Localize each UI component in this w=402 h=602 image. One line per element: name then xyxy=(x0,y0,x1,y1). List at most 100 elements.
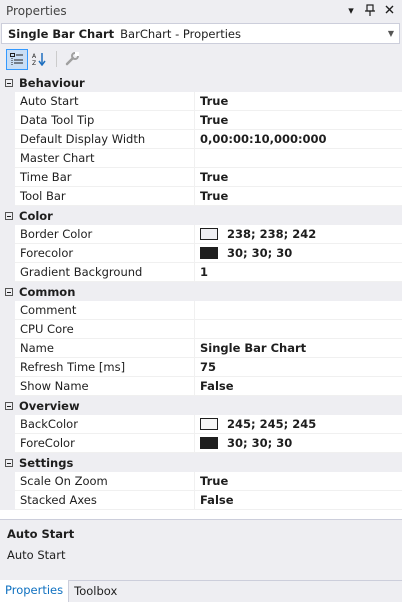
category-label: Overview xyxy=(19,398,80,413)
row-gutter xyxy=(0,111,15,130)
property-row[interactable]: Time Bar True xyxy=(0,168,402,187)
property-row[interactable]: Comment xyxy=(0,301,402,320)
property-row[interactable]: BackColor 245; 245; 245 xyxy=(0,415,402,434)
svg-text:A: A xyxy=(32,53,37,60)
property-value-text: Single Bar Chart xyxy=(200,341,307,355)
property-value[interactable]: 1 xyxy=(195,263,402,282)
property-row[interactable]: Name Single Bar Chart xyxy=(0,339,402,358)
property-value-text: True xyxy=(200,170,229,184)
properties-toolbar: A Z xyxy=(0,46,402,72)
property-value[interactable] xyxy=(195,320,402,339)
categorized-view-button[interactable] xyxy=(6,48,28,70)
property-name: Default Display Width xyxy=(15,130,195,149)
color-swatch xyxy=(200,418,218,430)
property-row[interactable]: Tool Bar True xyxy=(0,187,402,206)
collapse-icon[interactable] xyxy=(5,287,13,296)
property-row[interactable]: Show Name False xyxy=(0,377,402,396)
category-label: Color xyxy=(19,208,53,223)
property-value-text: 0,00:00:10,000:000 xyxy=(200,132,327,146)
alphabetical-view-button[interactable]: A Z xyxy=(29,49,51,70)
property-value-text: 238; 238; 242 xyxy=(227,227,317,241)
row-gutter xyxy=(0,149,15,168)
property-name: Name xyxy=(15,339,195,358)
row-gutter xyxy=(0,415,15,434)
description-panel: Auto Start Auto Start xyxy=(0,519,402,579)
row-gutter xyxy=(0,434,15,453)
property-value[interactable]: 245; 245; 245 xyxy=(195,415,402,434)
property-row[interactable]: Data Tool Tip True xyxy=(0,111,402,130)
property-value[interactable]: True xyxy=(195,92,402,111)
property-value[interactable]: 30; 30; 30 xyxy=(195,244,402,263)
property-value[interactable]: True xyxy=(195,472,402,491)
tab-toolbox[interactable]: Toolbox xyxy=(69,581,122,602)
property-row[interactable]: Refresh Time [ms] 75 xyxy=(0,358,402,377)
property-value[interactable]: False xyxy=(195,377,402,396)
property-name: Data Tool Tip xyxy=(15,111,195,130)
property-grid: Behaviour Auto Start True Data Tool Tip True… xyxy=(0,73,402,519)
property-pages-button[interactable] xyxy=(61,49,83,70)
property-value[interactable] xyxy=(195,149,402,168)
row-gutter xyxy=(0,225,15,244)
property-value[interactable]: True xyxy=(195,111,402,130)
property-row[interactable]: CPU Core xyxy=(0,320,402,339)
property-name: Gradient Background xyxy=(15,263,195,282)
property-value-text: 75 xyxy=(200,360,217,374)
description-title: Auto Start xyxy=(7,527,75,541)
category-overview[interactable]: Overview xyxy=(0,396,402,415)
dropdown-arrow-icon[interactable]: ▾ xyxy=(346,5,356,17)
title-bar: Properties ▾ xyxy=(0,0,402,22)
property-value-text: True xyxy=(200,189,229,203)
property-row[interactable]: Stacked Axes False xyxy=(0,491,402,510)
row-gutter xyxy=(0,168,15,187)
property-row[interactable]: ForeColor 30; 30; 30 xyxy=(0,434,402,453)
category-common[interactable]: Common xyxy=(0,282,402,301)
collapse-icon[interactable] xyxy=(5,211,13,220)
row-gutter xyxy=(0,92,15,111)
property-value[interactable]: False xyxy=(195,491,402,510)
property-value-text: 30; 30; 30 xyxy=(227,246,293,260)
toolbar-separator xyxy=(56,51,57,67)
property-name: Scale On Zoom xyxy=(15,472,195,491)
property-value[interactable]: True xyxy=(195,168,402,187)
row-gutter xyxy=(0,472,15,491)
property-row[interactable]: Forecolor 30; 30; 30 xyxy=(0,244,402,263)
window-title: Properties xyxy=(6,4,67,18)
object-selector[interactable]: Single Bar Chart BarChart - Properties ▼ xyxy=(1,23,400,44)
collapse-icon[interactable] xyxy=(5,78,13,87)
property-value[interactable]: 75 xyxy=(195,358,402,377)
object-type: BarChart - Properties xyxy=(120,26,242,41)
property-row[interactable]: Scale On Zoom True xyxy=(0,472,402,491)
property-value-text: 30; 30; 30 xyxy=(227,436,293,450)
color-swatch xyxy=(200,437,218,449)
row-gutter xyxy=(0,358,15,377)
property-row[interactable]: Default Display Width 0,00:00:10,000:000 xyxy=(0,130,402,149)
property-name: Stacked Axes xyxy=(15,491,195,510)
property-value[interactable]: Single Bar Chart xyxy=(195,339,402,358)
property-value-text: False xyxy=(200,493,234,507)
categorized-icon xyxy=(10,53,23,65)
category-color[interactable]: Color xyxy=(0,206,402,225)
collapse-icon[interactable] xyxy=(5,401,13,410)
title-bar-controls: ▾ xyxy=(346,3,402,19)
property-value[interactable]: 0,00:00:10,000:000 xyxy=(195,130,402,149)
property-row[interactable]: Master Chart xyxy=(0,149,402,168)
property-row[interactable]: Gradient Background 1 xyxy=(0,263,402,282)
tab-properties[interactable]: Properties xyxy=(0,580,70,602)
bottom-tabs: Properties Toolbox xyxy=(0,580,402,602)
property-name: Refresh Time [ms] xyxy=(15,358,195,377)
property-value[interactable]: 238; 238; 242 xyxy=(195,225,402,244)
category-behaviour[interactable]: Behaviour xyxy=(0,73,402,92)
category-settings[interactable]: Settings xyxy=(0,453,402,472)
chevron-down-icon[interactable]: ▼ xyxy=(388,29,399,38)
close-icon[interactable] xyxy=(384,5,394,17)
property-value[interactable]: 30; 30; 30 xyxy=(195,434,402,453)
property-row[interactable]: Auto Start True xyxy=(0,92,402,111)
pin-icon[interactable] xyxy=(365,3,375,19)
collapse-icon[interactable] xyxy=(5,458,13,467)
property-value-text: True xyxy=(200,113,229,127)
property-row[interactable]: Border Color 238; 238; 242 xyxy=(0,225,402,244)
property-value[interactable]: True xyxy=(195,187,402,206)
property-value[interactable] xyxy=(195,301,402,320)
row-gutter xyxy=(0,130,15,149)
row-gutter xyxy=(0,491,15,510)
